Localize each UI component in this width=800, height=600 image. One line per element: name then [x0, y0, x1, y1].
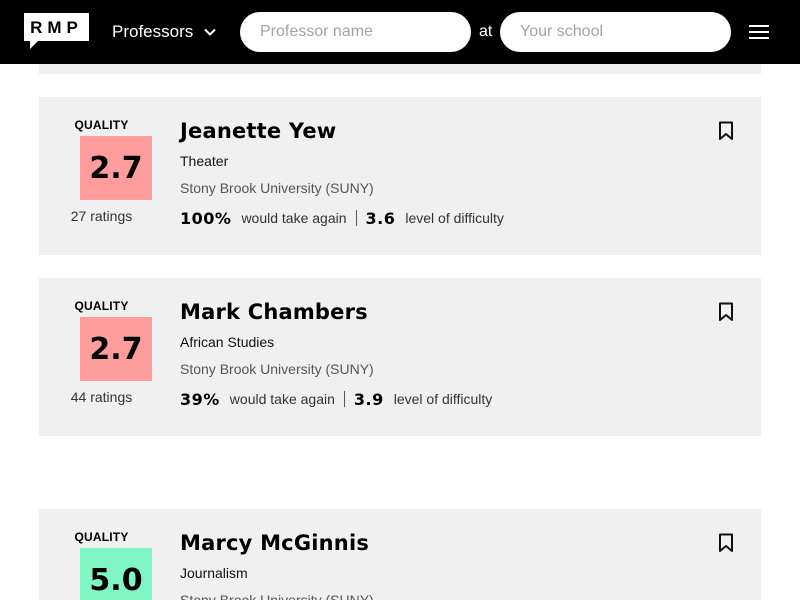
difficulty-label: level of difficulty: [405, 210, 504, 226]
would-take-again-percent: 39%: [180, 389, 220, 409]
search-type-dropdown[interactable]: Professors: [112, 18, 217, 46]
quality-label: QUALITY: [74, 299, 129, 313]
school-search-input[interactable]: [500, 12, 731, 52]
quality-score: 5.0: [80, 548, 152, 600]
professor-name[interactable]: Marcy McGinnis: [180, 531, 369, 555]
professor-stats: 39% would take again 3.9 level of diffic…: [180, 388, 492, 410]
would-take-again-label: would take again: [229, 391, 335, 407]
quality-score: 2.7: [80, 317, 152, 381]
would-take-again-percent: 100%: [180, 208, 232, 228]
quality-score: 2.7: [80, 136, 152, 200]
at-label: at: [479, 23, 493, 40]
professor-name[interactable]: Jeanette Yew: [180, 119, 336, 143]
difficulty-value: 3.6: [365, 208, 396, 228]
rmp-logo[interactable]: RMP: [24, 13, 89, 49]
top-nav-bar: RMP Professors at: [0, 0, 800, 64]
professor-department: Journalism: [180, 565, 248, 581]
professor-stats: 100% would take again 3.6 level of diffi…: [180, 207, 504, 229]
professor-school: Stony Brook University (SUNY): [180, 592, 374, 600]
professor-card[interactable]: QUALITY 2.7 27 ratings Jeanette Yew Thea…: [39, 97, 761, 255]
quality-label: QUALITY: [74, 118, 129, 132]
professor-department: African Studies: [180, 334, 275, 350]
would-take-again-label: would take again: [241, 210, 347, 226]
stat-divider: [355, 210, 357, 226]
difficulty-label: level of difficulty: [393, 391, 493, 407]
professor-card[interactable]: QUALITY 2.7 44 ratings Mark Chambers Afr…: [39, 278, 761, 436]
bookmark-icon[interactable]: [718, 302, 734, 322]
stat-divider: [343, 391, 345, 407]
professor-school: Stony Brook University (SUNY): [180, 180, 374, 196]
professor-search-input[interactable]: [240, 12, 471, 52]
professor-name[interactable]: Mark Chambers: [180, 300, 368, 324]
difficulty-value: 3.9: [353, 389, 384, 409]
ratings-count: 27 ratings: [70, 208, 133, 224]
professor-school: Stony Brook University (SUNY): [180, 361, 374, 377]
professor-department: Theater: [180, 153, 229, 169]
chevron-down-icon: [204, 28, 216, 36]
ratings-count: 44 ratings: [70, 389, 133, 405]
search-type-label: Professors: [112, 22, 194, 41]
bookmark-icon[interactable]: [718, 533, 734, 553]
hamburger-menu-icon[interactable]: [748, 22, 770, 42]
bookmark-icon[interactable]: [718, 121, 734, 141]
quality-label: QUALITY: [74, 530, 129, 544]
professor-card[interactable]: QUALITY 5.0 Marcy McGinnis Journalism St…: [39, 509, 761, 600]
logo-text: RMP: [30, 18, 83, 37]
